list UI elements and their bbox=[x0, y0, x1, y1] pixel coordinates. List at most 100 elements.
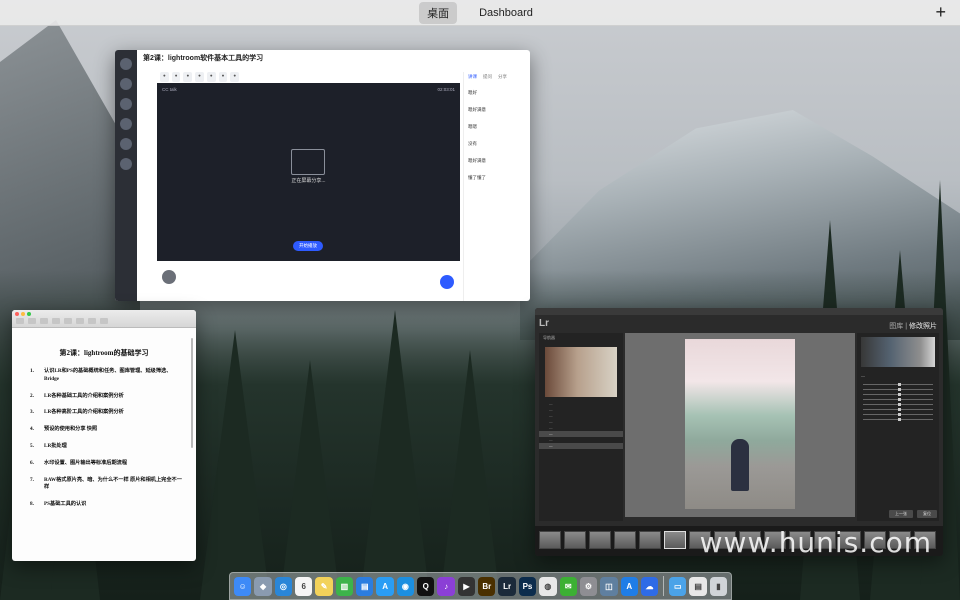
toolbar-button[interactable]: ● bbox=[160, 72, 169, 82]
chat-message: 嗯好 bbox=[468, 90, 477, 95]
tool-button[interactable] bbox=[52, 318, 60, 324]
adjust-slider[interactable] bbox=[863, 408, 933, 411]
finder-icon[interactable]: ☺ bbox=[234, 576, 252, 596]
list-item: 3. LR各种高阶工具的介绍和案例分析 bbox=[30, 409, 124, 416]
sidebar-icon[interactable] bbox=[120, 98, 132, 110]
filmstrip-thumb[interactable] bbox=[589, 531, 611, 549]
folder-icon[interactable]: ▭ bbox=[669, 576, 687, 596]
textedit-window[interactable]: 第2课：lightroom的基础学习 1. 认识LR和PS的基础概统和任务、图库管… bbox=[12, 310, 196, 561]
tool-button[interactable] bbox=[28, 318, 36, 324]
sidebar-icon[interactable] bbox=[120, 138, 132, 150]
raise-hand-button[interactable] bbox=[440, 275, 454, 289]
classroom-header: 第2课：lightroom软件基本工具的学习 bbox=[137, 50, 530, 72]
adjust-slider[interactable] bbox=[863, 418, 933, 421]
chat-message: 嗯好满意 bbox=[468, 107, 486, 112]
photo-canvas[interactable] bbox=[625, 333, 855, 517]
textedit-toolbar bbox=[12, 310, 196, 328]
list-item: 7. RAW格式原片亮、暗、为什么不一样 原片和相机上完全不一样 bbox=[30, 476, 182, 491]
filmstrip-thumb[interactable] bbox=[564, 531, 586, 549]
filmstrip-thumb[interactable] bbox=[664, 531, 686, 549]
calendar-icon[interactable]: 6 bbox=[295, 576, 313, 596]
lightroom-titlebar bbox=[535, 308, 943, 315]
loading-text: 正在屏幕分享... bbox=[291, 178, 326, 184]
sidebar-icon[interactable] bbox=[120, 118, 132, 130]
space-tab-dashboard[interactable]: Dashboard bbox=[471, 4, 541, 22]
minimize-icon[interactable] bbox=[21, 312, 25, 316]
photoshop-icon[interactable]: Ps bbox=[518, 576, 537, 596]
zoom-icon[interactable] bbox=[27, 312, 31, 316]
lightroom-icon[interactable]: Lr bbox=[498, 576, 516, 596]
add-space-button[interactable]: + bbox=[935, 2, 946, 23]
adjust-slider[interactable] bbox=[863, 388, 933, 391]
navigator-preview[interactable] bbox=[545, 347, 617, 397]
notes-icon[interactable]: ✎ bbox=[315, 576, 333, 596]
chrome-icon[interactable]: ◍ bbox=[539, 576, 557, 596]
lesson-title: 第2课：lightroom软件基本工具的学习 bbox=[143, 55, 264, 62]
tool-button[interactable] bbox=[40, 318, 48, 324]
teacher-avatar bbox=[162, 270, 176, 284]
edited-photo bbox=[685, 339, 795, 509]
trash-icon[interactable]: ▮ bbox=[709, 576, 728, 596]
tool-button[interactable] bbox=[16, 318, 24, 324]
music-icon[interactable]: ♪ bbox=[437, 576, 455, 596]
tool-button[interactable] bbox=[88, 318, 96, 324]
preview-icon[interactable]: ◫ bbox=[600, 576, 618, 596]
filmstrip-thumb[interactable] bbox=[539, 531, 561, 549]
appstore-icon[interactable]: A bbox=[376, 576, 394, 596]
tool-button[interactable] bbox=[100, 318, 108, 324]
sidebar-icon[interactable] bbox=[120, 158, 132, 170]
dock: ☺ ◆ ◎ 6 ✎ ▥ ▤ A ◉ Q ♪ ▶ Br Lr Ps ◍ ✉ ⚙ ◫ A ☁ ▭ ▤ ▮ bbox=[229, 572, 732, 600]
toolbar-button[interactable]: ● bbox=[230, 72, 240, 82]
adjust-slider[interactable] bbox=[863, 383, 933, 386]
chat-list: 嗯好 嗯好满意 嗯嗯 没有 嗯好满意 懂了懂了 bbox=[468, 90, 526, 181]
space-tab-desktop[interactable]: 桌面 bbox=[419, 1, 458, 24]
lightroom-window[interactable]: Lr 图库 | 修改照片 导航器 — — — — — — — — — 上一张 复… bbox=[535, 308, 943, 556]
video-icon[interactable]: ▶ bbox=[457, 576, 476, 596]
format-tools bbox=[16, 318, 192, 324]
mission-control-bar: 桌面 Dashboard + bbox=[0, 0, 960, 26]
filmstrip-thumb[interactable] bbox=[639, 531, 661, 549]
close-icon[interactable] bbox=[15, 312, 19, 316]
toolbar-button[interactable]: ● bbox=[218, 72, 228, 82]
develop-buttons: 上一张 复位 bbox=[889, 510, 937, 518]
previous-button[interactable]: 上一张 bbox=[889, 510, 913, 518]
sidebar-icon[interactable] bbox=[120, 78, 132, 90]
baidu-icon[interactable]: ☁ bbox=[640, 576, 659, 596]
documents-icon[interactable]: ▤ bbox=[689, 576, 707, 596]
start-button[interactable]: 开始播放 bbox=[293, 241, 323, 251]
profile-avatar[interactable] bbox=[120, 58, 132, 70]
numbers-icon[interactable]: ▥ bbox=[335, 576, 354, 596]
module-library[interactable]: 图库 | bbox=[889, 323, 909, 330]
reset-button[interactable]: 复位 bbox=[917, 510, 937, 518]
keynote-icon[interactable]: ▤ bbox=[356, 576, 374, 596]
list-item: 8. PS基础工具的认识 bbox=[30, 501, 87, 508]
scrollbar[interactable] bbox=[191, 338, 193, 448]
preset-item[interactable]: — bbox=[539, 443, 623, 449]
tool-button[interactable] bbox=[64, 318, 72, 324]
tool-button[interactable] bbox=[76, 318, 84, 324]
tab-share[interactable]: 分享 bbox=[498, 74, 507, 80]
toolbar-button[interactable]: ● bbox=[206, 72, 216, 82]
filmstrip-thumb[interactable] bbox=[614, 531, 636, 549]
adjust-slider[interactable] bbox=[863, 413, 933, 416]
launchpad-icon[interactable]: ◆ bbox=[254, 576, 272, 596]
adjust-slider[interactable] bbox=[863, 403, 933, 406]
adjust-slider[interactable] bbox=[863, 393, 933, 396]
toolbar-button[interactable]: ● bbox=[171, 72, 181, 82]
wechat-icon[interactable]: ✉ bbox=[559, 576, 577, 596]
toolbar-button[interactable]: ● bbox=[195, 72, 204, 82]
bridge-icon[interactable]: Br bbox=[478, 576, 496, 596]
adjust-slider[interactable] bbox=[863, 398, 933, 401]
module-develop[interactable]: 修改照片 bbox=[909, 323, 937, 330]
tab-lecture[interactable]: 讲课 bbox=[468, 74, 477, 80]
photo-subject bbox=[731, 439, 749, 491]
watermark: www.hunis.com bbox=[699, 526, 932, 559]
safari-icon[interactable]: ◎ bbox=[274, 576, 293, 596]
tab-questions[interactable]: 提问 bbox=[483, 74, 492, 80]
toolbar-button[interactable]: ● bbox=[183, 72, 193, 82]
classroom-window[interactable]: 第2课：lightroom软件基本工具的学习 ● ● ● ● ● ● ● CC … bbox=[115, 50, 530, 301]
settings-icon[interactable]: ⚙ bbox=[579, 576, 598, 596]
browser-icon[interactable]: ◉ bbox=[396, 576, 415, 596]
qq-icon[interactable]: Q bbox=[417, 576, 435, 596]
appstore2-icon[interactable]: A bbox=[620, 576, 638, 596]
